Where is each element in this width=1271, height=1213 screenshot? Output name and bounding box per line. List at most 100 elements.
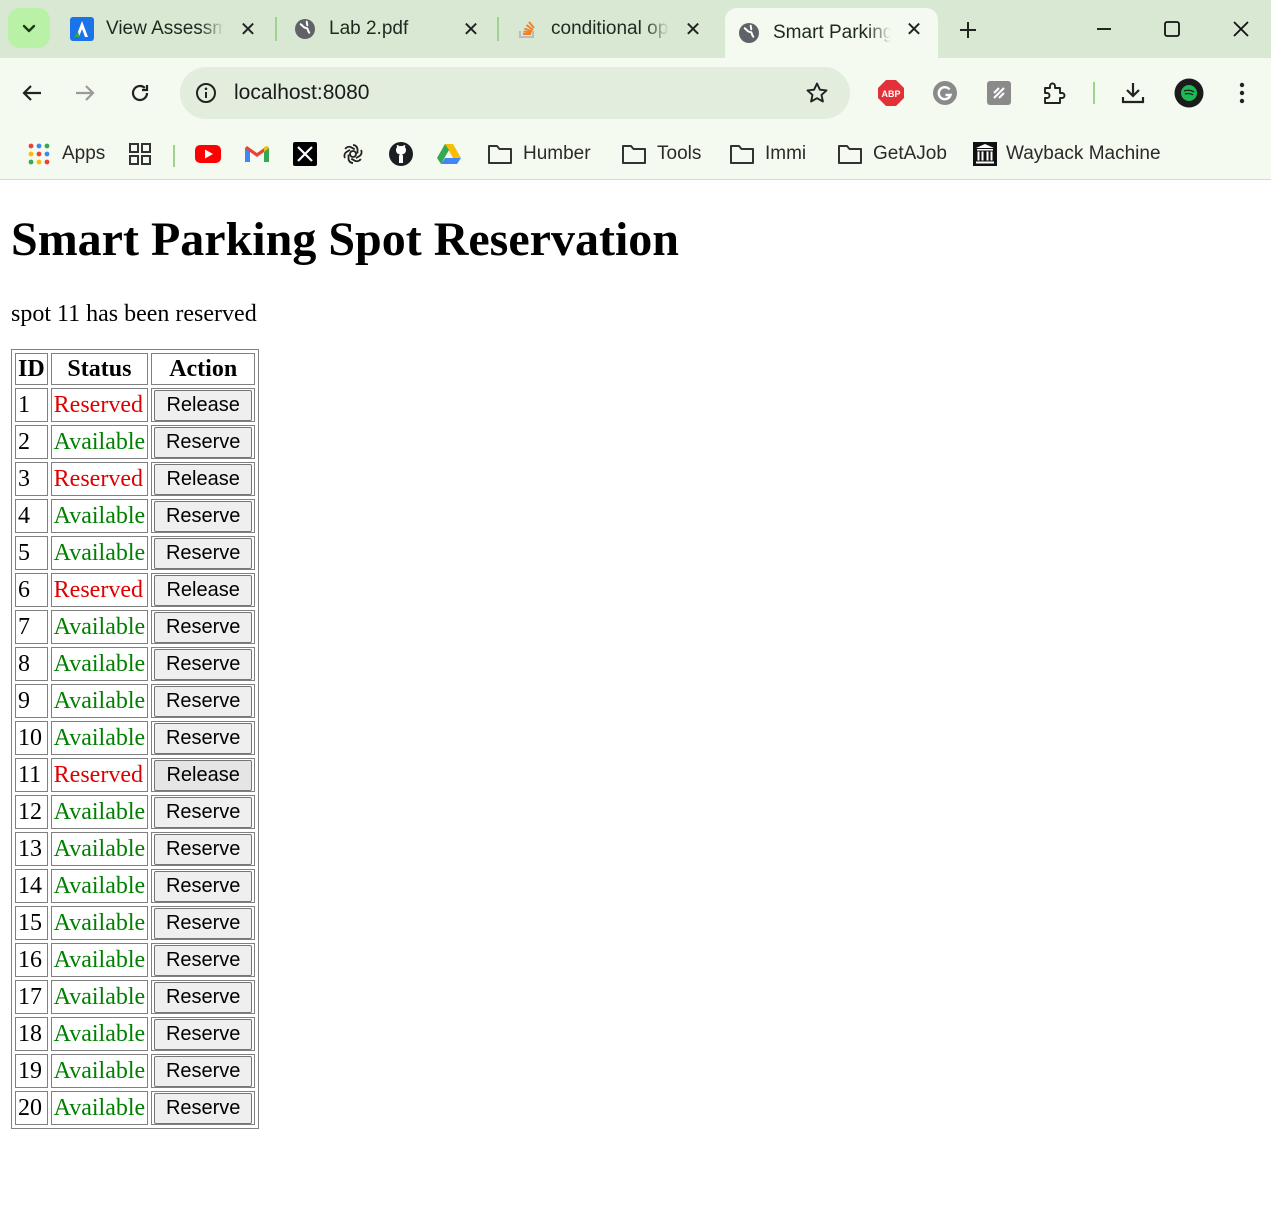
grid-icon bbox=[127, 141, 153, 167]
spot-action-cell: Release bbox=[151, 758, 256, 792]
address-bar[interactable]: localhost:8080 bbox=[180, 67, 850, 119]
spot-id: 3 bbox=[15, 462, 48, 496]
spot-id: 11 bbox=[15, 758, 48, 792]
spot-status: Available bbox=[50, 610, 149, 644]
maximize-button[interactable] bbox=[1152, 12, 1192, 46]
release-button[interactable]: Release bbox=[154, 759, 253, 791]
table-row: 20 Available Reserve bbox=[15, 1091, 256, 1125]
spot-id: 15 bbox=[15, 906, 48, 940]
column-header-status: Status bbox=[50, 353, 149, 385]
reserve-button[interactable]: Reserve bbox=[154, 870, 253, 902]
close-tab-icon[interactable]: ✕ bbox=[902, 17, 926, 41]
close-tab-icon[interactable]: ✕ bbox=[236, 17, 260, 41]
reserve-button[interactable]: Reserve bbox=[154, 944, 253, 976]
new-tab-button[interactable] bbox=[952, 14, 984, 46]
bookmark-folder-immi[interactable]: Immi bbox=[729, 136, 806, 172]
reserve-button[interactable]: Reserve bbox=[154, 648, 253, 680]
spot-action-cell: Reserve bbox=[151, 721, 256, 755]
bookmark-tab-groups[interactable] bbox=[127, 136, 153, 172]
table-row: 2 Available Reserve bbox=[15, 425, 256, 459]
table-row: 11 Reserved Release bbox=[15, 758, 256, 792]
reserve-button[interactable]: Reserve bbox=[154, 722, 253, 754]
reserve-button[interactable]: Reserve bbox=[154, 833, 253, 865]
spot-id: 7 bbox=[15, 610, 48, 644]
bookmark-x[interactable] bbox=[292, 136, 318, 172]
profile-avatar[interactable] bbox=[1172, 76, 1206, 110]
bookmark-github[interactable] bbox=[388, 136, 414, 172]
release-button[interactable]: Release bbox=[154, 574, 253, 606]
bookmark-folder-getajob[interactable]: GetAJob bbox=[837, 136, 947, 172]
spot-action-cell: Reserve bbox=[151, 610, 256, 644]
bookmark-apps[interactable]: Apps bbox=[26, 136, 105, 172]
tab-divider bbox=[497, 17, 499, 41]
extensions-menu-button[interactable] bbox=[1037, 76, 1071, 110]
toolbar-divider bbox=[1093, 82, 1095, 104]
maximize-icon bbox=[1164, 21, 1180, 37]
reserve-button[interactable]: Reserve bbox=[154, 1018, 253, 1050]
bookmark-label: GetAJob bbox=[873, 143, 947, 164]
forward-button[interactable] bbox=[68, 76, 102, 110]
table-row: 10 Available Reserve bbox=[15, 721, 256, 755]
url-text[interactable]: localhost:8080 bbox=[234, 81, 369, 105]
spot-action-cell: Release bbox=[151, 388, 256, 422]
release-button[interactable]: Release bbox=[154, 463, 253, 495]
tab-search-button[interactable] bbox=[8, 8, 50, 48]
table-row: 19 Available Reserve bbox=[15, 1054, 256, 1088]
reserve-button[interactable]: Reserve bbox=[154, 796, 253, 828]
reserve-button[interactable]: Reserve bbox=[154, 611, 253, 643]
google-drive-icon bbox=[436, 141, 462, 167]
browser-menu-button[interactable] bbox=[1225, 76, 1259, 110]
close-icon bbox=[1233, 21, 1249, 37]
tab-conditional-operator[interactable]: conditional operator ✕ bbox=[515, 8, 705, 50]
reload-button[interactable] bbox=[123, 76, 157, 110]
adblock-extension-button[interactable]: ABP bbox=[874, 76, 908, 110]
spot-id: 12 bbox=[15, 795, 48, 829]
extension-button[interactable] bbox=[982, 76, 1016, 110]
bookmark-folder-humber[interactable]: Humber bbox=[487, 136, 591, 172]
spot-id: 17 bbox=[15, 980, 48, 1014]
tab-smart-parking[interactable]: Smart Parking Spot Reservation ✕ bbox=[725, 8, 938, 58]
minimize-button[interactable] bbox=[1084, 12, 1124, 46]
folder-icon bbox=[729, 141, 755, 167]
tab-title: conditional operator bbox=[551, 18, 669, 39]
reserve-button[interactable]: Reserve bbox=[154, 981, 253, 1013]
release-button[interactable]: Release bbox=[154, 389, 253, 421]
bookmark-google-drive[interactable] bbox=[436, 136, 462, 172]
table-row: 12 Available Reserve bbox=[15, 795, 256, 829]
reserve-button[interactable]: Reserve bbox=[154, 426, 253, 458]
bookmark-gmail[interactable] bbox=[244, 136, 270, 172]
bookmark-star-icon[interactable] bbox=[804, 80, 830, 106]
table-row: 14 Available Reserve bbox=[15, 869, 256, 903]
back-button[interactable] bbox=[15, 76, 49, 110]
bookmarks-bar: Apps Humber Tools Immi GetAJob Wayback M… bbox=[0, 128, 1271, 180]
reserve-button[interactable]: Reserve bbox=[154, 1055, 253, 1087]
close-window-button[interactable] bbox=[1221, 12, 1261, 46]
close-tab-icon[interactable]: ✕ bbox=[459, 17, 483, 41]
tab-view-assessment[interactable]: View Assessment ✕ bbox=[70, 8, 260, 50]
bookmark-label: Humber bbox=[523, 143, 591, 164]
reserve-button[interactable]: Reserve bbox=[154, 537, 253, 569]
close-tab-icon[interactable]: ✕ bbox=[681, 17, 705, 41]
grammarly-extension-button[interactable] bbox=[928, 76, 962, 110]
grammarly-icon bbox=[933, 81, 957, 105]
svg-text:ABP: ABP bbox=[881, 89, 900, 99]
reserve-button[interactable]: Reserve bbox=[154, 685, 253, 717]
spot-id: 10 bbox=[15, 721, 48, 755]
reserve-button[interactable]: Reserve bbox=[154, 1092, 253, 1124]
page-title: Smart Parking Spot Reservation bbox=[11, 213, 679, 266]
site-info-icon[interactable] bbox=[192, 79, 220, 107]
tab-lab-2-pdf[interactable]: Lab 2.pdf ✕ bbox=[293, 8, 483, 50]
bookmark-wayback-machine[interactable]: Wayback Machine bbox=[972, 136, 1161, 172]
bookmark-youtube[interactable] bbox=[195, 136, 221, 172]
bookmark-chatgpt[interactable] bbox=[340, 136, 366, 172]
spot-status: Available bbox=[50, 647, 149, 681]
globe-icon bbox=[737, 21, 761, 45]
downloads-button[interactable] bbox=[1116, 76, 1150, 110]
spot-id: 19 bbox=[15, 1054, 48, 1088]
tab-strip: View Assessment ✕ Lab 2.pdf ✕ conditiona… bbox=[0, 0, 1271, 58]
spot-action-cell: Reserve bbox=[151, 536, 256, 570]
spot-status: Available bbox=[50, 943, 149, 977]
bookmark-folder-tools[interactable]: Tools bbox=[621, 136, 701, 172]
reserve-button[interactable]: Reserve bbox=[154, 907, 253, 939]
reserve-button[interactable]: Reserve bbox=[154, 500, 253, 532]
